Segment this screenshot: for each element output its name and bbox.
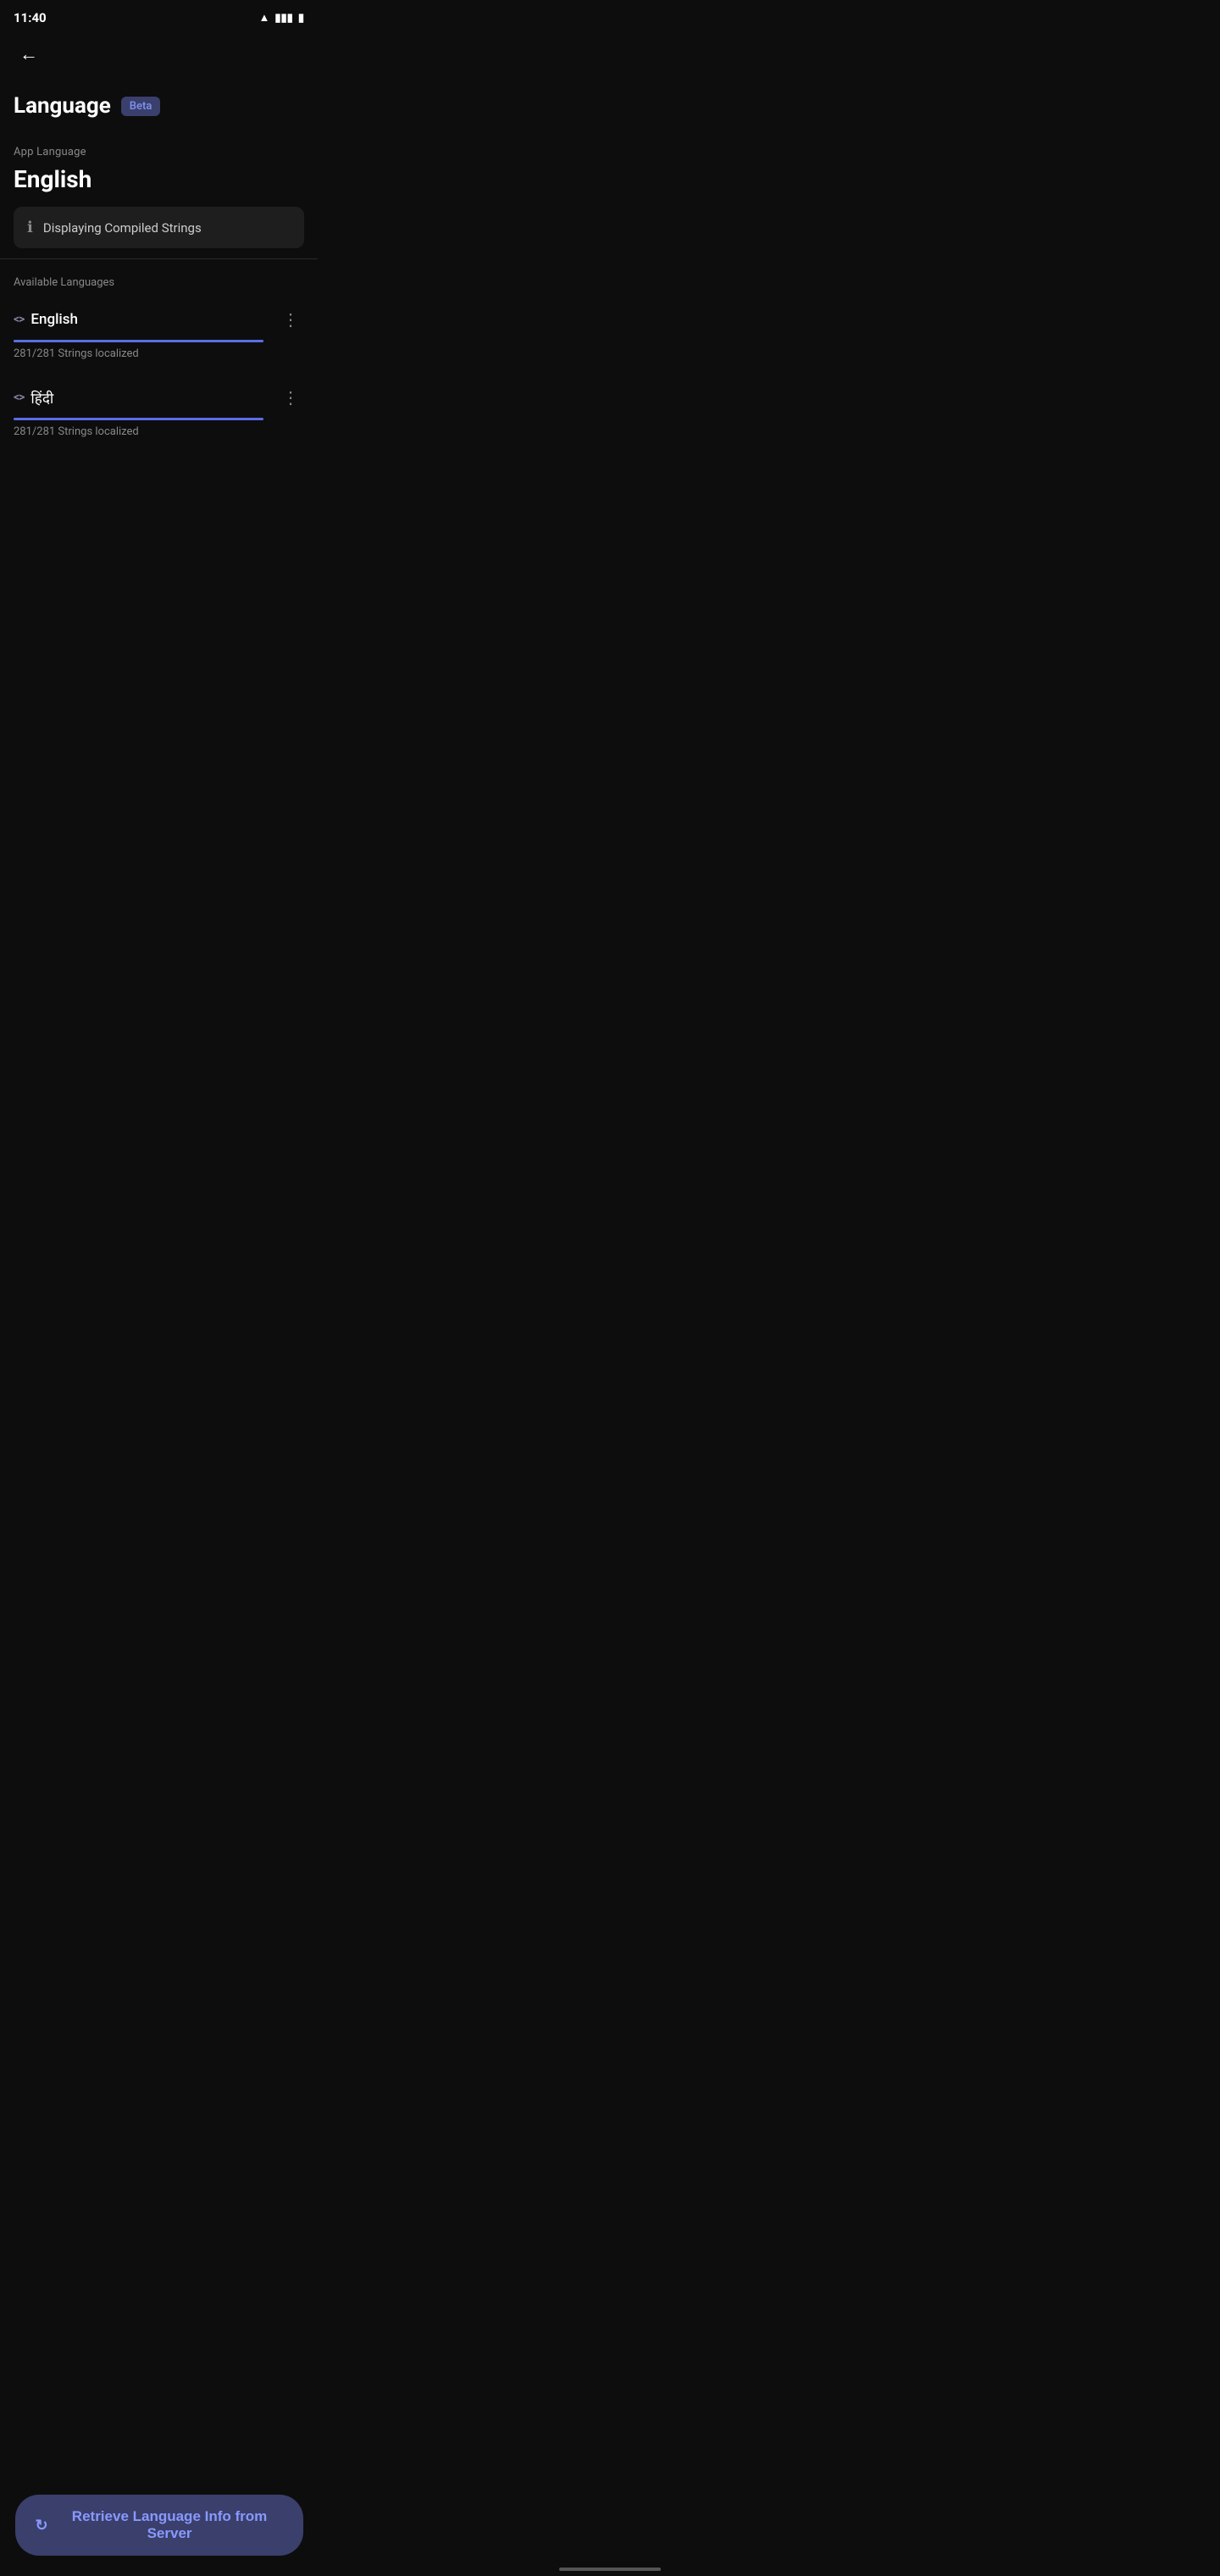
progress-bar-fill [14,340,263,342]
retrieve-button-label: Retrieve Language Info from Server [57,2508,283,2542]
more-icon: ⋮ [282,387,299,408]
info-banner: ℹ Displaying Compiled Strings [14,207,304,248]
app-language-section: App Language English [0,139,318,203]
bottom-action-area: ↻ Retrieve Language Info from Server [0,2495,318,2556]
signal-icon: ▮▮▮ [274,12,292,25]
available-languages-header: Available Languages [0,266,318,296]
language-name: <> हिंदी [14,388,53,408]
language-label: English [30,311,78,328]
page-header: Language Beta [0,80,318,139]
strings-localized: 281/281 Strings localized [14,425,304,445]
info-icon: ℹ [27,219,33,236]
retrieve-icon: ↻ [36,2517,48,2534]
battery-icon: ▮ [298,12,304,25]
more-options-button-english[interactable]: ⋮ [277,306,304,333]
progress-bar-container [14,340,263,342]
toolbar: ← [0,32,318,80]
language-item-header: <> English ⋮ [14,306,304,333]
progress-bar-fill [14,418,263,420]
more-icon: ⋮ [282,309,299,330]
info-banner-text: Displaying Compiled Strings [43,220,202,236]
code-icon: <> [14,391,24,404]
back-icon: ← [19,43,38,65]
divider [0,258,318,259]
status-bar: 11:40 ▲ ▮▮▮ ▮ [0,0,318,32]
wifi-icon: ▲ [259,11,270,25]
available-languages-section: Available Languages <> English ⋮ 281/281… [0,266,318,452]
strings-localized: 281/281 Strings localized [14,347,304,367]
status-icons: ▲ ▮▮▮ ▮ [259,11,305,25]
language-item-header: <> हिंदी ⋮ [14,384,304,411]
language-name: <> English [14,311,78,328]
progress-bar-container [14,418,263,420]
status-time: 11:40 [14,10,47,25]
retrieve-language-button[interactable]: ↻ Retrieve Language Info from Server [15,2495,303,2556]
code-icon: <> [14,313,24,326]
home-indicator [559,2568,661,2571]
list-item[interactable]: <> English ⋮ 281/281 Strings localized [0,296,318,374]
page-title: Language [14,93,111,119]
more-options-button-hindi[interactable]: ⋮ [277,384,304,411]
beta-badge: Beta [121,97,161,116]
back-button[interactable]: ← [14,39,44,69]
language-label: हिंदी [30,388,53,408]
current-language-value: English [0,162,318,203]
list-item[interactable]: <> हिंदी ⋮ 281/281 Strings localized [0,374,318,452]
app-language-label: App Language [0,139,318,162]
